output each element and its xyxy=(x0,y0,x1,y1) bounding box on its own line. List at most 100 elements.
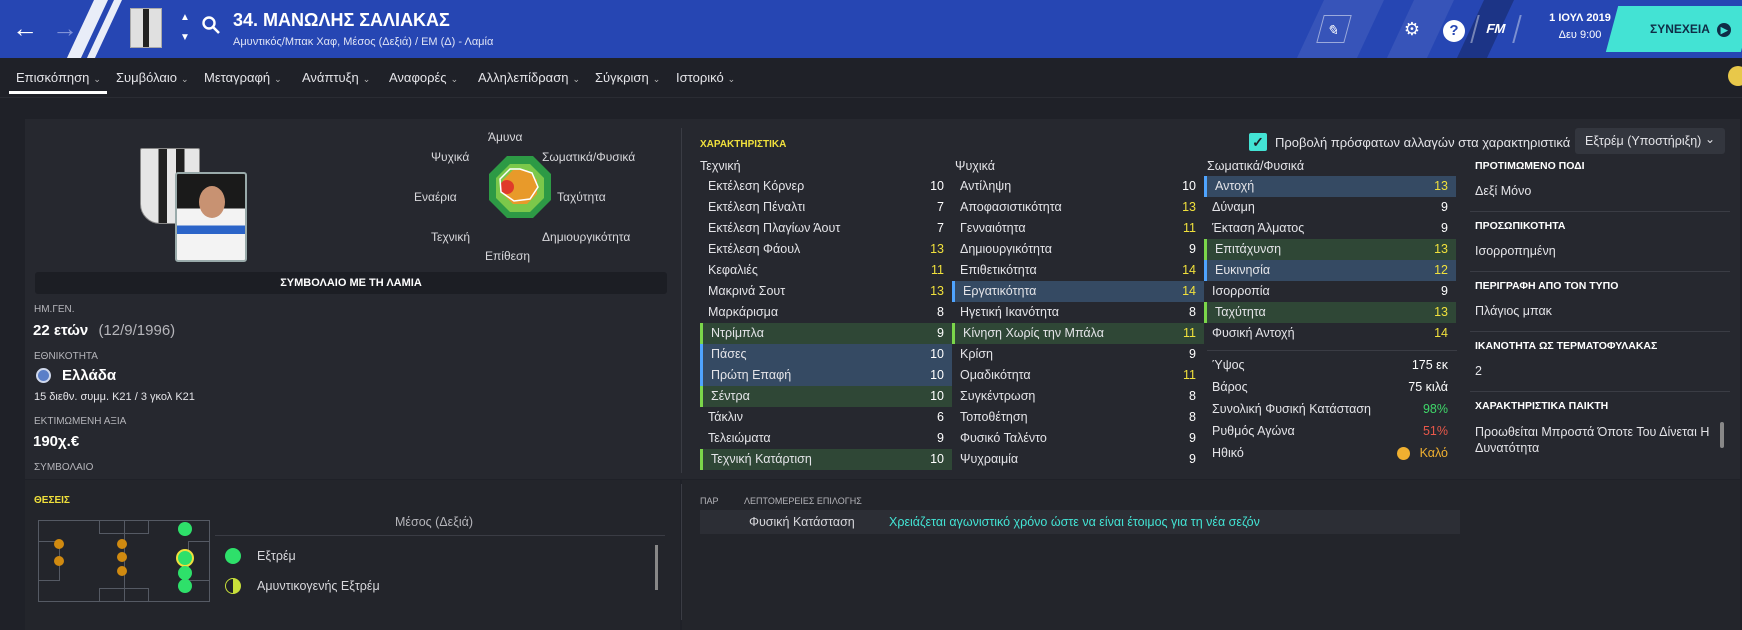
info-value: 51% xyxy=(1422,424,1448,438)
attribute-row[interactable]: Δημιουργικότητα 9 xyxy=(952,239,1204,260)
scrollbar[interactable] xyxy=(1720,422,1724,448)
attribute-row[interactable]: Μακρινά Σουτ 13 xyxy=(700,281,952,302)
recent-changes-checkbox[interactable]: ✓ xyxy=(1249,133,1267,151)
attribute-row[interactable]: Τοποθέτηση 8 xyxy=(952,407,1204,428)
contract-banner[interactable]: ΣΥΜΒΟΛΑΙΟ ΜΕ ΤΗ ΛΑΜΙΑ xyxy=(35,272,667,294)
attribute-row[interactable]: Πάσες 10 xyxy=(700,344,952,365)
attribute-row[interactable]: Ευκινησία 12 xyxy=(1204,260,1456,281)
back-arrow-icon[interactable]: ← xyxy=(12,14,38,42)
bottom-divider-vertical xyxy=(681,484,682,620)
attribute-row[interactable]: Εκτέλεση Πέναλτι 7 xyxy=(700,197,952,218)
attribute-row[interactable]: Ισορροπία 9 xyxy=(1204,281,1456,302)
attribute-row[interactable]: Εκτέλεση Πλαγίων Άουτ 7 xyxy=(700,218,952,239)
attribute-name: Εκτέλεση Πέναλτι xyxy=(708,200,806,214)
attribute-row[interactable]: Επιθετικότητα 14 xyxy=(952,260,1204,281)
forward-arrow-icon[interactable]: → xyxy=(52,14,78,42)
position-dot[interactable] xyxy=(178,522,192,536)
attribute-row[interactable]: Φυσικό Ταλέντο 9 xyxy=(952,428,1204,449)
flag-icon xyxy=(36,368,51,383)
chevron-down-icon: ⌄ xyxy=(1704,132,1715,146)
attribute-row[interactable]: Αντίληψη 10 xyxy=(952,176,1204,197)
attribute-row[interactable]: Συγκέντρωση 8 xyxy=(952,386,1204,407)
attribute-row[interactable]: Ντρίμπλα 9 xyxy=(700,323,952,344)
info-name: Ρυθμός Αγώνα xyxy=(1212,424,1295,438)
info-value: 98% xyxy=(1422,402,1448,416)
attribute-row[interactable]: Κρίση 9 xyxy=(952,344,1204,365)
fm-logo-icon[interactable]: FM xyxy=(1470,15,1522,43)
tab-reports[interactable]: Αναφορές ⌄ xyxy=(389,70,458,85)
role-defensive-winger[interactable]: Αμυντικογενής Εξτρέμ xyxy=(257,579,380,593)
notification-icon[interactable] xyxy=(1728,66,1742,86)
attribute-row[interactable]: Αντοχή 13 xyxy=(1204,176,1456,197)
attribute-row[interactable]: Ταχύτητα 13 xyxy=(1204,302,1456,323)
caps-text: 15 διεθν. συμμ. K21 / 3 γκολ K21 xyxy=(34,391,195,403)
attribute-row[interactable]: Επιτάχυνση 13 xyxy=(1204,239,1456,260)
attribute-row[interactable]: Τεχνική Κατάρτιση 10 xyxy=(700,449,952,470)
attribute-value: 11 xyxy=(931,263,944,277)
position-dot[interactable] xyxy=(178,566,192,580)
tab-overview[interactable]: Επισκόπηση ⌄ xyxy=(16,70,101,85)
attribute-row[interactable]: Κεφαλιές 11 xyxy=(700,260,952,281)
attribute-name: Ισορροπία xyxy=(1212,284,1270,298)
role-select[interactable]: Εξτρέμ (Υποστήριξη) ⌄ xyxy=(1575,128,1725,154)
position-dot[interactable] xyxy=(178,579,192,593)
next-player-chevron-icon[interactable]: ▼ xyxy=(180,32,190,43)
detail-value: Προωθείται Μπροστά Όποτε Του Δίνεται Η Δ… xyxy=(1475,425,1710,455)
nationality-value[interactable]: Ελλάδα xyxy=(62,367,116,384)
position-dot[interactable] xyxy=(117,566,127,576)
tab-history[interactable]: Ιστορικό ⌄ xyxy=(676,70,735,85)
current-position: Μέσος (Δεξιά) xyxy=(395,515,473,529)
attribute-value: 13 xyxy=(1182,200,1196,214)
attribute-row[interactable]: Αποφασιστικότητα 13 xyxy=(952,197,1204,218)
attribute-row[interactable]: Εργατικότητα 14 xyxy=(952,281,1204,302)
tab-contract[interactable]: Συμβόλαιο ⌄ xyxy=(116,70,189,85)
prev-player-chevron-icon[interactable]: ▲ xyxy=(180,12,190,23)
role-winger[interactable]: Εξτρέμ xyxy=(257,549,296,563)
attribute-row[interactable]: Γενναιότητα 11 xyxy=(952,218,1204,239)
attribute-row[interactable]: Τάκλιν 6 xyxy=(700,407,952,428)
attribute-row[interactable]: Ψυχραιμία 9 xyxy=(952,449,1204,470)
attribute-name: Κίνηση Χωρίς την Μπάλα xyxy=(963,326,1104,340)
position-dot-current[interactable] xyxy=(176,549,194,567)
attribute-row[interactable]: Εκτέλεση Φάουλ 13 xyxy=(700,239,952,260)
attribute-row[interactable]: Πρώτη Επαφή 10 xyxy=(700,365,952,386)
value-label: ΕΚΤΙΜΩΜΕΝΗ ΑΞΙΑ xyxy=(34,416,127,427)
tab-transfer[interactable]: Μεταγραφή ⌄ xyxy=(204,70,282,85)
tab-interaction[interactable]: Αλληλεπίδραση ⌄ xyxy=(478,70,580,85)
morale-icon xyxy=(1397,447,1410,460)
roles-scrollbar[interactable] xyxy=(655,545,658,590)
info-row: Βάρος 75 κιλά xyxy=(1204,377,1456,398)
attribute-name: Αντίληψη xyxy=(960,179,1012,193)
attribute-row[interactable]: Έκταση Άλματος 9 xyxy=(1204,218,1456,239)
tab-compare[interactable]: Σύγκριση ⌄ xyxy=(595,70,660,85)
club-badge-icon[interactable] xyxy=(130,8,162,48)
detail-label: ΠΡΟΣΩΠΙΚΟΤΗΤΑ xyxy=(1475,220,1566,232)
attribute-row[interactable]: Ηγετική Ικανότητα 8 xyxy=(952,302,1204,323)
position-dot[interactable] xyxy=(117,539,127,549)
nationality-label: ΕΘΝΙΚΟΤΗΤΑ xyxy=(34,351,98,362)
attribute-name: Σέντρα xyxy=(711,389,750,403)
search-icon[interactable] xyxy=(202,16,220,34)
attribute-row[interactable]: Φυσική Αντοχή 14 xyxy=(1204,323,1456,344)
dob-label: ΗΜ.ΓΕΝ. xyxy=(34,304,75,315)
detail-divider xyxy=(1470,331,1730,332)
tab-development[interactable]: Ανάπτυξη ⌄ xyxy=(302,70,370,85)
attribute-row[interactable]: Δύναμη 9 xyxy=(1204,197,1456,218)
club-icon[interactable]: ⚙ xyxy=(1398,15,1426,43)
continue-label[interactable]: ΣΥΝΕΧΕΙΑ ▶ xyxy=(1650,22,1732,37)
selection-row-label: Φυσική Κατάσταση xyxy=(749,515,855,529)
attribute-row[interactable]: Εκτέλεση Κόρνερ 10 xyxy=(700,176,952,197)
attribute-row[interactable]: Σέντρα 10 xyxy=(700,386,952,407)
position-dot[interactable] xyxy=(117,552,127,562)
recent-changes-label[interactable]: Προβολή πρόσφατων αλλαγών στα χαρακτηρισ… xyxy=(1275,135,1570,150)
attribute-row[interactable]: Ομαδικότητα 11 xyxy=(952,365,1204,386)
position-dot[interactable] xyxy=(54,539,64,549)
attribute-row[interactable]: Μαρκάρισμα 8 xyxy=(700,302,952,323)
attribute-name: Τάκλιν xyxy=(708,410,744,424)
attribute-row[interactable]: Κίνηση Χωρίς την Μπάλα 11 xyxy=(952,323,1204,344)
detail-value: Δεξί Μόνο xyxy=(1475,184,1532,198)
attribute-name: Αποφασιστικότητα xyxy=(960,200,1062,214)
attribute-row[interactable]: Τελειώματα 9 xyxy=(700,428,952,449)
help-icon[interactable]: ? xyxy=(1440,15,1468,43)
position-dot[interactable] xyxy=(54,556,64,566)
